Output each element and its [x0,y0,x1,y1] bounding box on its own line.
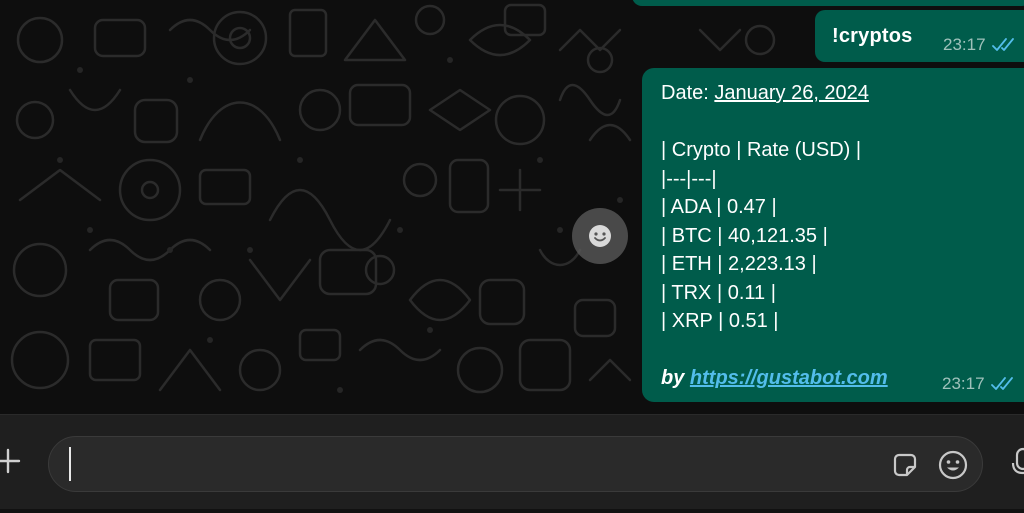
message-line [661,108,1024,137]
message-line: | XRP | 0.51 | [661,310,779,332]
signature-link[interactable]: https://gustabot.com [690,367,888,389]
message-time: 23:17 [943,35,986,54]
text-caret [69,447,71,481]
microphone-icon[interactable] [1010,445,1024,481]
message-time: 23:17 [942,374,985,393]
message-line: | BTC | 40,121.35 | [661,224,828,247]
attach-button[interactable] [0,445,24,477]
date-link[interactable]: January 26, 2024 [714,82,869,104]
message-text: !cryptos [832,25,913,47]
double-check-read-icon [990,377,1013,391]
message-meta: 23:17 [943,31,1018,60]
signature-prefix: by [661,367,690,389]
outgoing-message-command[interactable]: !cryptos 23:17 [815,10,1024,62]
message-composer-bar [0,414,1024,513]
message-line: | ADA | 0.47 | [661,196,777,218]
message-line: | Crypto | Rate (USD) | [661,139,862,161]
message-line [661,336,1024,365]
smiley-icon [589,225,611,247]
message-date-line: Date: January 26, 2024 [661,79,1024,108]
outgoing-message-crypto-rates[interactable]: Date: January 26, 2024 | Crypto | Rate (… [642,68,1024,402]
message-line: |---|---| [661,167,717,190]
scroll-down-button[interactable] [572,208,628,264]
date-label: Date: [661,82,715,104]
plus-icon [0,448,21,474]
message-input[interactable] [48,436,983,492]
double-check-read-icon [991,38,1014,52]
sticker-icon[interactable] [889,449,921,481]
message-meta: 23:17 [942,370,1017,399]
message-line: | ETH | 2,223.13 | [661,253,817,275]
emoji-icon[interactable] [937,449,969,481]
window-bottom-edge [0,509,1024,513]
chat-area: !cryptos 23:17 Date: January 26, 2024 | … [0,0,1024,414]
message-line: | TRX | 0.11 | [661,281,776,304]
previous-message-bubble [632,0,1024,6]
